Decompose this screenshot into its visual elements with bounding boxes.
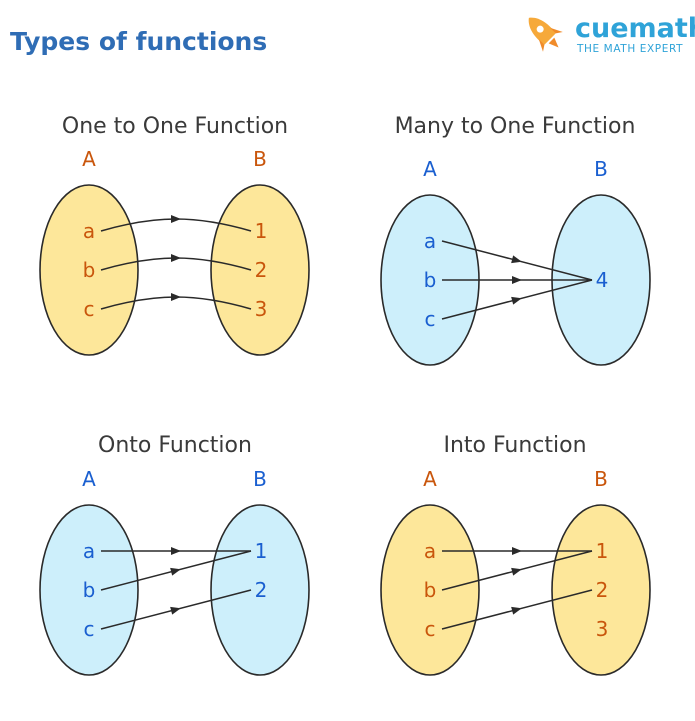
diagram-1: Many to One Function A Babc 4 [380,114,651,366]
arrowhead [511,606,522,615]
brand-tagline: THE MATH EXPERT [576,43,683,55]
set-a-element: c [425,617,436,641]
brand-name: cuemath [575,13,695,44]
arrowhead [170,606,181,615]
set-a-element: c [425,307,436,331]
arrowhead [171,547,181,555]
set-b-element: 3 [596,617,609,641]
set-a-label: A [82,467,96,491]
set-b-label: B [253,467,267,491]
set-b-element: 1 [255,219,268,243]
arrowhead [511,296,522,305]
arrowhead [171,254,181,262]
set-b-element: 1 [596,539,609,563]
set-a-label: A [423,467,437,491]
rocket-icon [528,17,563,52]
set-b-element: 2 [596,578,609,602]
set-a-element: a [83,539,95,563]
diagram-2: Onto FunctionA Babc 1 2 [39,433,310,676]
diagram-3: Into FunctionA Babc 1 2 3 [380,433,651,676]
diagram-title: Onto Function [98,433,252,458]
diagram-title: Into Function [443,433,586,458]
arrowhead [511,567,522,576]
set-a-element: b [83,578,96,602]
set-a-element: b [424,578,437,602]
set-b-element: 2 [255,258,268,282]
arrowhead [511,255,522,264]
set-b-element: 3 [255,297,268,321]
set-a-element: b [424,268,437,292]
arrowhead [171,293,181,301]
diagram-title: One to One Function [62,114,288,139]
set-a-element: c [84,297,95,321]
set-b-label: B [594,157,608,181]
set-a-element: a [424,229,436,253]
set-a-element: a [83,219,95,243]
diagrams: One to One FunctionA Babc123Many to One F… [39,114,651,676]
set-b-element: 4 [596,268,609,292]
set-a-element: a [424,539,436,563]
arrowhead [170,567,181,576]
arrowhead [512,276,522,284]
set-a-element: c [84,617,95,641]
set-b-label: B [253,147,267,171]
functions-figure: Types of functions cuemath THE MATH EXPE… [10,13,695,676]
arrowhead [512,547,522,555]
diagram-0: One to One Function A Babc 1 2 3 [39,114,310,356]
set-b-label: B [594,467,608,491]
brand-logo: cuemath THE MATH EXPERT [528,13,695,55]
diagram-title: Many to One Function [395,114,636,139]
set-a-label: A [423,157,437,181]
set-a-element: b [83,258,96,282]
set-b-element: 1 [255,539,268,563]
set-a-label: A [82,147,96,171]
arrowhead [171,215,181,223]
set-b-element: 2 [255,578,268,602]
page-title: Types of functions [10,27,267,56]
